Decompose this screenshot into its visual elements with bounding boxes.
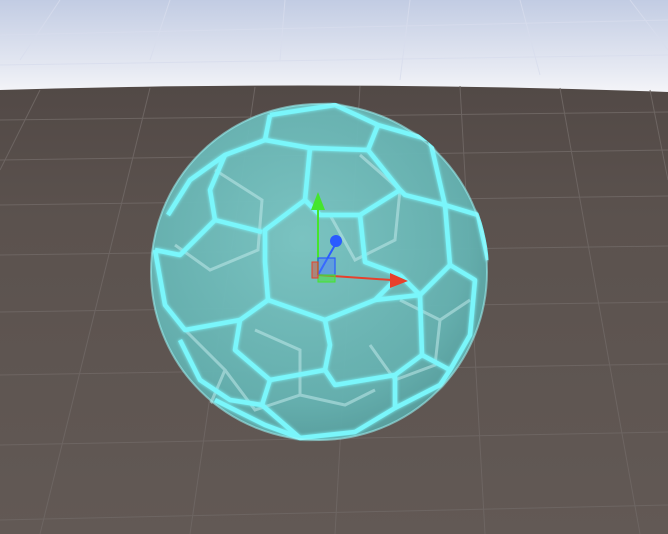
yz-plane-handle[interactable] — [311, 261, 319, 279]
sky — [0, 0, 668, 95]
xz-plane-handle[interactable] — [317, 274, 336, 283]
z-axis-arrow-icon[interactable] — [330, 235, 342, 247]
scene-view[interactable] — [0, 0, 668, 534]
xy-plane-handle[interactable] — [317, 257, 336, 276]
